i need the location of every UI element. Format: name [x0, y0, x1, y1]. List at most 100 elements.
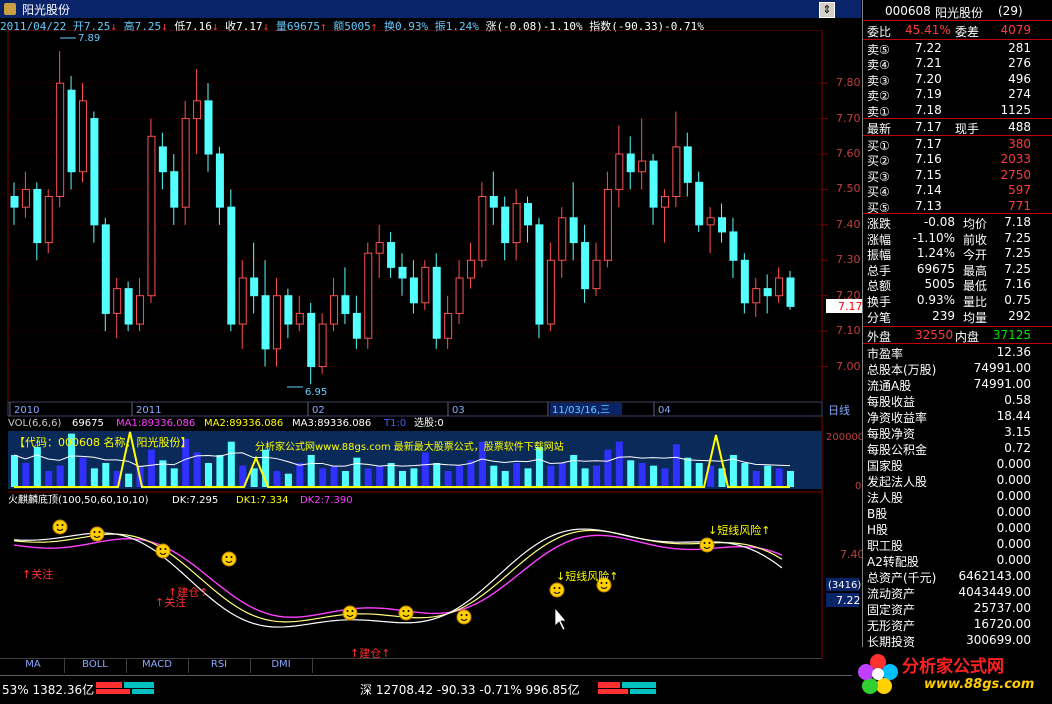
dk1-line — [13, 529, 783, 623]
finance-row: 每股收益 0.58 — [863, 393, 1052, 409]
ind-tick-740: 7.40 — [840, 548, 862, 561]
finance-value: 0.000 — [996, 521, 1031, 535]
candle — [558, 207, 567, 278]
finance-row: 法人股 0.000 — [863, 489, 1052, 505]
annotation-risk-1: ↓短线风险↑ — [556, 569, 618, 583]
volume-bar — [558, 463, 566, 487]
smiley-icon — [155, 543, 171, 559]
quote-price: 7.15 — [915, 167, 942, 182]
volume-bar — [341, 471, 349, 487]
stat-l2: 今开 — [963, 248, 988, 263]
vol-title: VOL(6,6,6) — [8, 418, 61, 429]
outer-inner-row: 外盘 32550 内盘 37125 — [863, 328, 1052, 344]
smiley-icon — [699, 537, 715, 553]
quote-price: 7.16 — [915, 152, 942, 167]
tab-ma[interactable]: MA — [2, 659, 65, 673]
candle — [729, 217, 738, 278]
candle — [204, 83, 213, 172]
candle — [409, 260, 418, 314]
volume-bar — [45, 471, 53, 487]
stat-l2: 前收 — [963, 232, 988, 247]
formula-code-label: 【代码：000608 名称：阳光股份】 — [14, 435, 192, 449]
smiley-icon — [342, 605, 358, 621]
candle — [10, 182, 19, 225]
period-button[interactable]: 日线 — [828, 402, 856, 417]
volume-bar — [650, 465, 658, 487]
stat-v1: 69675 — [916, 261, 955, 276]
finance-label: 每股净资 — [867, 427, 916, 441]
candle — [21, 171, 30, 218]
webi-value: 45.41% — [905, 23, 951, 37]
finance-label: 固定资产 — [867, 603, 916, 617]
tab-boll[interactable]: BOLL — [64, 659, 127, 673]
chart-area[interactable]: 2010 2011 02 03 11/03/16,三 04 7.89 6.95 VOL(6… — [0, 30, 862, 658]
price-tick-0: 7.80 — [836, 76, 861, 90]
tab-dmi[interactable]: DMI — [250, 659, 313, 673]
candle — [581, 224, 590, 303]
volume-bar — [421, 452, 429, 487]
ask-row: 卖③ 7.20 496 — [863, 72, 1052, 88]
volume-bar — [250, 468, 258, 487]
volume-bar — [513, 463, 521, 487]
finance-value: 6462143.00 — [958, 569, 1031, 583]
candle — [683, 132, 692, 197]
smiley-icon — [456, 609, 472, 625]
volume-bar — [296, 463, 304, 487]
volume-bar — [399, 471, 406, 487]
finance-row: 发起法人股 0.000 — [863, 473, 1052, 489]
tab-rsi[interactable]: RSI — [188, 659, 251, 673]
volume-bar — [410, 468, 418, 487]
flower-logo-icon — [858, 654, 898, 694]
indicator-dk2: DK2:7.390 — [300, 495, 353, 506]
candle — [170, 154, 179, 225]
candle — [718, 203, 727, 243]
finance-row: 每股公积金 0.72 — [863, 441, 1052, 457]
date-label-3: 03 — [452, 405, 465, 416]
candle — [695, 171, 704, 232]
quote-price: 7.19 — [915, 87, 942, 102]
candle — [67, 76, 76, 190]
candle — [364, 242, 373, 349]
volume-bar — [501, 471, 509, 487]
watermark-text: 分析家公式网www.88gs.com 最新最大股票公式，股票软件下载网站 — [255, 440, 564, 453]
annotation-build-2: ↑建仓↑ — [350, 646, 390, 658]
stat-v1: 0.93% — [916, 293, 955, 307]
stat-row: 总额 5005 最低 7.16 — [863, 277, 1052, 293]
volume-bar — [775, 468, 783, 487]
stat-row: 振幅 1.24% 今开 7.25 — [863, 246, 1052, 262]
finance-label: B股 — [867, 507, 888, 521]
tab-macd[interactable]: MACD — [126, 659, 189, 673]
volume-bar — [467, 460, 475, 487]
quote-price: 7.22 — [915, 41, 942, 55]
candle — [421, 260, 430, 310]
finance-label: 长期投资 — [867, 635, 916, 649]
candle — [752, 278, 761, 317]
dk-line — [13, 528, 783, 628]
volume-bar — [227, 441, 235, 487]
price-tick-8: 7.00 — [836, 359, 861, 373]
volume-bar — [353, 457, 361, 487]
date-label-2: 02 — [312, 405, 325, 416]
volume-bar — [216, 455, 224, 487]
finance-row: A2转配股 0.000 — [863, 553, 1052, 569]
finance-label: 市盈率 — [867, 347, 904, 361]
finance-value: 0.72 — [1004, 441, 1031, 455]
smiley-icon — [89, 526, 105, 542]
logo-text: 分析家公式网 — [902, 657, 1004, 677]
indicator-tabs: MA BOLL MACD RSI DMI — [0, 658, 822, 673]
price-tick-5: 7.30 — [836, 253, 861, 267]
up-down-arrow-icon[interactable]: ⇕ — [819, 2, 835, 18]
finance-row: 无形资产 16720.00 — [863, 617, 1052, 633]
app-icon — [4, 3, 16, 15]
quote-volume: 276 — [1008, 56, 1031, 71]
bid-row: 买① 7.17 380 — [863, 137, 1052, 153]
ask-row: 卖⑤ 7.22 281 — [863, 41, 1052, 57]
candle — [352, 295, 361, 349]
smiley-icon — [221, 551, 237, 567]
dk2-line — [13, 534, 783, 618]
stat-l1: 振幅 — [867, 248, 892, 263]
candle — [706, 207, 715, 254]
stat-row: 涨跌 -0.08 均价 7.18 — [863, 215, 1052, 231]
bid-row: 买④ 7.14 597 — [863, 183, 1052, 199]
finance-value: 12.36 — [996, 345, 1031, 359]
